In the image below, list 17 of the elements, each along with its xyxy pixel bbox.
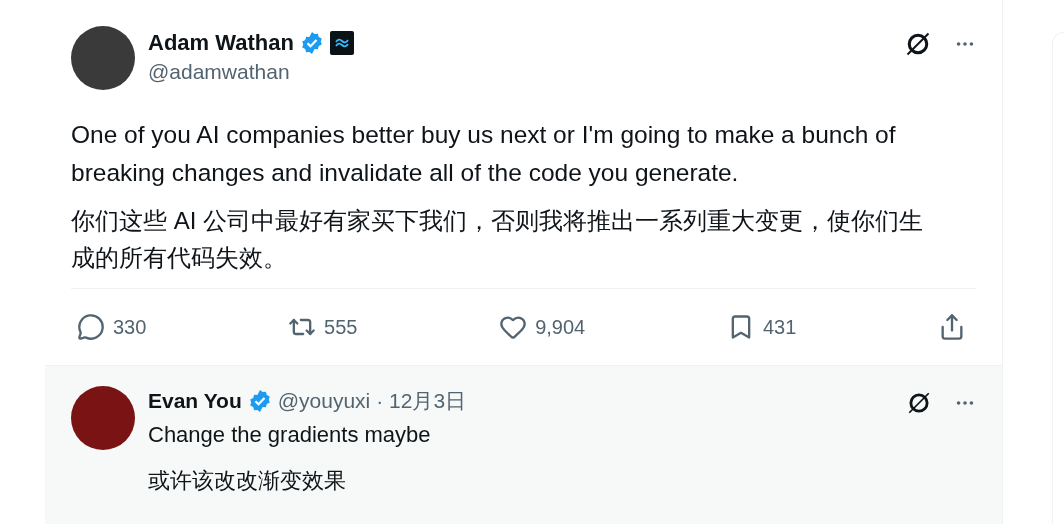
- reply-text: 或许该改改渐变效果: [148, 467, 347, 496]
- like-action[interactable]: 9,904: [499, 313, 586, 342]
- author-name[interactable]: Adam Wathan: [148, 30, 294, 56]
- reply-date: · 12月3日: [376, 388, 467, 415]
- bookmark-action[interactable]: 431: [726, 313, 797, 342]
- reply-action[interactable]: 330: [77, 313, 147, 342]
- author-handle[interactable]: @adamwathan: [148, 60, 891, 84]
- speech-bubble-icon: [77, 313, 105, 342]
- repost-action[interactable]: 555: [288, 313, 358, 342]
- heart-icon: [499, 313, 528, 342]
- reply-text: Change the gradients maybe: [148, 421, 432, 450]
- slashed-circle-icon[interactable]: [904, 30, 932, 58]
- author-name[interactable]: Evan You: [148, 389, 242, 414]
- tweet-text: One of you AI companies better buy us next or I'm going to make a bunch of breaking changes and invalidate all of the code you generate.: [71, 120, 897, 188]
- author-handle[interactable]: @youyuxi: [277, 389, 371, 414]
- logo-icon: [329, 31, 354, 55]
- tweet-text: 你们这些 AI 公司中最好有家买下我们，否则我将推出一系列重大变更，使你们生成的所有代码失效。: [71, 205, 924, 274]
